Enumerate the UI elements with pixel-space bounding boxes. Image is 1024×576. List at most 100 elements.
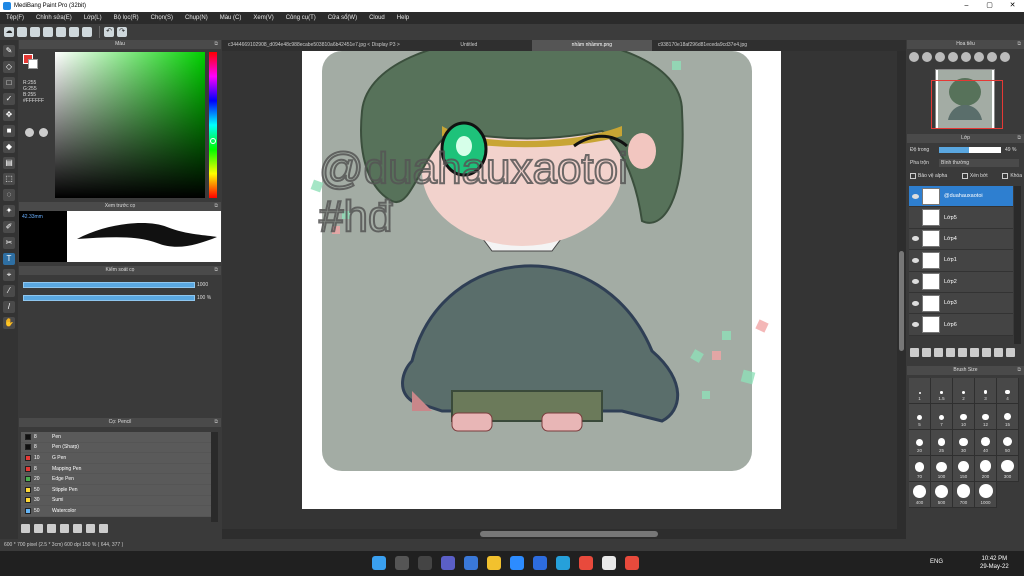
brush-size-option[interactable]: 12: [975, 404, 997, 430]
layer-row[interactable]: Lớp5: [909, 207, 1013, 229]
snap-grid-icon[interactable]: [69, 27, 79, 37]
tab-untitled[interactable]: Untitled: [406, 40, 532, 51]
brush-size-option[interactable]: 4: [997, 378, 1019, 404]
menu-snap[interactable]: Chụp(N): [179, 15, 214, 21]
color-palette-icon[interactable]: [39, 128, 48, 137]
eye-icon[interactable]: [912, 257, 919, 263]
panel-close-icon[interactable]: ⧉: [1017, 366, 1021, 375]
brush-tool-icon[interactable]: ✎: [3, 45, 15, 57]
hue-slider[interactable]: [209, 52, 217, 198]
layer-folder-icon[interactable]: [958, 348, 967, 357]
flip-icon[interactable]: [1000, 52, 1010, 62]
task-view-icon[interactable]: [418, 556, 432, 570]
select-pen-tool-icon[interactable]: ✐: [3, 221, 15, 233]
brush-size-option[interactable]: 200: [975, 456, 997, 482]
brush-size-option[interactable]: 3: [975, 378, 997, 404]
brush-list-item[interactable]: 20 Edge Pen: [21, 474, 211, 485]
brush-size-option[interactable]: 1.5: [931, 378, 953, 404]
maximize-button[interactable]: ▢: [978, 0, 1001, 12]
brush-size-option[interactable]: 70: [909, 456, 931, 482]
brush-size-option[interactable]: 10: [953, 404, 975, 430]
menu-filter[interactable]: Bộ lọc(R): [108, 15, 145, 21]
protect-alpha-checkbox[interactable]: Bảo vệ alpha: [910, 173, 947, 179]
snap-settings-icon[interactable]: [82, 27, 92, 37]
menu-color[interactable]: Màu (C): [214, 15, 248, 21]
brush-size-option[interactable]: 700: [953, 482, 975, 508]
eye-icon[interactable]: [912, 300, 919, 306]
delete-layer-icon[interactable]: [970, 348, 979, 357]
color-wheel-icon[interactable]: [25, 128, 34, 137]
protect-alpha-box[interactable]: [910, 173, 916, 179]
chat-icon[interactable]: [441, 556, 455, 570]
text-tool-icon[interactable]: T: [3, 253, 15, 265]
navigator-view-rect[interactable]: [931, 80, 1003, 129]
new-layer-8bit-icon[interactable]: [922, 348, 931, 357]
drawing-canvas[interactable]: @duahauxaotoi #hđ: [222, 51, 906, 529]
layer-opacity-slider[interactable]: [939, 147, 1001, 153]
layer-row[interactable]: Lớp1: [909, 250, 1013, 272]
select-rect-tool-icon[interactable]: ⬚: [3, 173, 15, 185]
brush-size-option[interactable]: 1000: [975, 482, 997, 508]
merge-layer-icon[interactable]: [982, 348, 991, 357]
panel-close-icon[interactable]: ⧉: [1017, 40, 1021, 49]
language-indicator[interactable]: ENG: [930, 559, 943, 565]
eye-icon[interactable]: [912, 322, 919, 328]
tab-document-1[interactable]: c3444669102908_d094e48c988ecabe503810a6b…: [222, 40, 406, 51]
medibang-icon[interactable]: [602, 556, 616, 570]
blend-mode-select[interactable]: Bình thường: [939, 159, 1019, 167]
operation-tool-icon[interactable]: ⌖: [3, 269, 15, 281]
clipping-box[interactable]: [961, 173, 968, 179]
brush-size-option[interactable]: 50: [997, 430, 1019, 456]
redo-icon[interactable]: ↷: [117, 27, 127, 37]
minimize-button[interactable]: –: [955, 0, 978, 12]
menu-layer[interactable]: Lớp(L): [78, 15, 108, 21]
menu-tools[interactable]: Công cụ(T): [280, 15, 322, 21]
dot-tool-icon[interactable]: □: [3, 77, 15, 89]
brush-list-item[interactable]: 50 Stipple Pen: [21, 484, 211, 496]
eraser-tool-icon[interactable]: ◇: [3, 61, 15, 73]
grid-icon[interactable]: [56, 27, 66, 37]
brush-size-option[interactable]: 100: [931, 456, 953, 482]
brush-size-option[interactable]: 40: [975, 430, 997, 456]
layer-row[interactable]: Lớp3: [909, 292, 1013, 315]
menu-cloud[interactable]: Cloud: [363, 15, 391, 21]
brush-size-option[interactable]: 20: [909, 430, 931, 456]
menu-window[interactable]: Cửa sổ(W): [322, 15, 363, 21]
eye-icon[interactable]: [912, 193, 919, 199]
horizontal-scroll-thumb[interactable]: [480, 531, 658, 537]
layer-properties-icon[interactable]: [994, 348, 1003, 357]
panel-close-icon[interactable]: ⧉: [214, 266, 218, 275]
brush-list-item[interactable]: 50 Watercolor: [21, 506, 211, 517]
fill-rect-tool-icon[interactable]: ■: [3, 125, 15, 137]
new-layer-1bit-icon[interactable]: [934, 348, 943, 357]
brush-size-option[interactable]: 2: [953, 378, 975, 404]
brush-size-option[interactable]: 1: [909, 378, 931, 404]
fit-icon[interactable]: [935, 52, 945, 62]
close-button[interactable]: ✕: [1001, 0, 1024, 12]
menu-file[interactable]: Tệp(F): [0, 15, 30, 21]
lasso-tool-icon[interactable]: ◌: [3, 189, 15, 201]
clock[interactable]: 10:42 PM 29-May-22: [980, 555, 1009, 571]
brush-opacity-slider[interactable]: [23, 295, 195, 301]
layer-menu-icon[interactable]: [1006, 348, 1015, 357]
brush-duplicate-icon[interactable]: [60, 524, 69, 533]
open-file-icon[interactable]: [30, 27, 40, 37]
brush-size-option[interactable]: 7: [931, 404, 953, 430]
file-explorer-icon[interactable]: [487, 556, 501, 570]
undo-icon[interactable]: ↶: [104, 27, 114, 37]
canvas-paper[interactable]: @duahauxaotoi #hđ: [302, 51, 781, 509]
search-icon[interactable]: [395, 556, 409, 570]
cloud-icon[interactable]: ☁: [4, 27, 14, 37]
clipping-checkbox[interactable]: Xén bớt: [961, 173, 988, 179]
new-file-icon[interactable]: [17, 27, 27, 37]
background-color-swatch[interactable]: [28, 59, 38, 69]
brush-size-option[interactable]: 300: [997, 456, 1019, 482]
panel-close-icon[interactable]: ⧉: [1017, 134, 1021, 143]
menu-view[interactable]: Xem(V): [247, 15, 279, 21]
rotate-left-icon[interactable]: [961, 52, 971, 62]
brush-size-option[interactable]: 5: [909, 404, 931, 430]
brush-size-option[interactable]: 400: [909, 482, 931, 508]
layer-row[interactable]: @duahauxaotoi: [909, 186, 1013, 208]
layer-row[interactable]: Lớp2: [909, 271, 1013, 293]
tab-document-4[interactable]: c938170e18af296d81eceda9cd37e4.jpg: [652, 40, 753, 51]
